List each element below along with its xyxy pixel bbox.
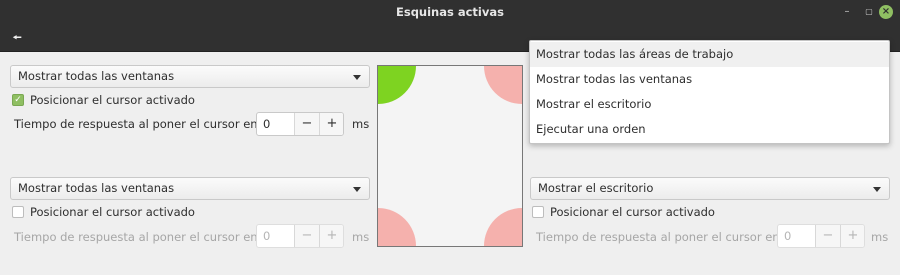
top-left-delay-value[interactable]: 0 [263,113,270,135]
top-left-delay-decrement-button[interactable]: − [294,113,319,135]
bottom-right-delay-increment-button: + [840,225,864,247]
dropdown-option[interactable]: Mostrar todas las áreas de trabajo [530,42,889,67]
title-bar: Esquinas activas – ▢ × [0,0,900,26]
top-right-action-dropdown[interactable]: Mostrar todas las áreas de trabajo Mostr… [529,40,890,144]
chevron-down-icon [353,75,361,80]
bottom-right-delay-label: Tiempo de respuesta al poner el cursor e… [536,230,808,244]
bottom-left-delay-decrement-button: − [294,225,319,247]
top-left-delay-increment-button[interactable]: + [319,113,343,135]
dropdown-option[interactable]: Ejecutar una orden [530,117,889,142]
minimize-icon[interactable]: – [839,4,855,20]
bottom-right-cursor-checkbox-row[interactable]: Posicionar el cursor activado [532,204,792,220]
screen-preview [377,65,523,247]
bottom-right-delay-value: 0 [784,229,792,243]
preview-corner-bottom-left[interactable] [378,208,416,246]
bottom-right-action-combo[interactable]: Mostrar el escritorio [530,177,890,200]
dropdown-option[interactable]: Mostrar el escritorio [530,92,889,117]
top-left-delay-unit: ms [352,117,370,131]
window-title: Esquinas activas [396,5,504,19]
preview-corner-top-right[interactable] [484,66,522,104]
bottom-left-cursor-checkbox-row[interactable]: Posicionar el cursor activado [12,204,272,220]
bottom-left-delay-label: Tiempo de respuesta al poner el cursor e… [14,230,286,244]
bottom-right-delay-decrement-button: − [815,225,840,247]
bottom-left-action-value: Mostrar todas las ventanas [18,181,175,195]
bottom-right-cursor-checkbox[interactable] [532,206,544,218]
bottom-left-cursor-label: Posicionar el cursor activado [30,205,195,219]
top-left-delay-spinner[interactable]: 0 − + [256,112,344,136]
bottom-right-delay-spinner: 0 − + [777,224,865,248]
preview-corner-bottom-right[interactable] [484,208,522,246]
bottom-left-cursor-checkbox[interactable] [12,206,24,218]
preview-corner-top-left[interactable] [378,66,416,104]
dropdown-option[interactable]: Mostrar todas las ventanas [530,67,889,92]
top-left-action-value: Mostrar todas las ventanas [18,69,175,83]
bottom-right-delay-unit: ms [871,230,889,244]
bottom-left-action-combo[interactable]: Mostrar todas las ventanas [10,177,370,200]
bottom-right-action-value: Mostrar el escritorio [538,181,654,195]
back-arrow-icon[interactable]: 🠘 [9,30,25,46]
bottom-left-delay-spinner: 0 − + [256,224,344,248]
close-icon[interactable]: × [879,5,893,19]
maximize-icon[interactable]: ▢ [861,4,877,20]
bottom-left-delay-unit: ms [352,230,370,244]
top-left-delay-label: Tiempo de respuesta al poner el cursor e… [14,117,286,131]
top-left-action-combo[interactable]: Mostrar todas las ventanas [10,65,370,88]
top-left-cursor-checkbox-row[interactable]: ✓ Posicionar el cursor activado [12,92,272,108]
bottom-left-delay-increment-button: + [319,225,343,247]
top-left-cursor-checkbox[interactable]: ✓ [12,94,24,106]
chevron-down-icon [873,187,881,192]
chevron-down-icon [353,187,361,192]
bottom-right-cursor-label: Posicionar el cursor activado [550,205,715,219]
top-left-cursor-label: Posicionar el cursor activado [30,93,195,107]
bottom-left-delay-value: 0 [263,229,271,243]
